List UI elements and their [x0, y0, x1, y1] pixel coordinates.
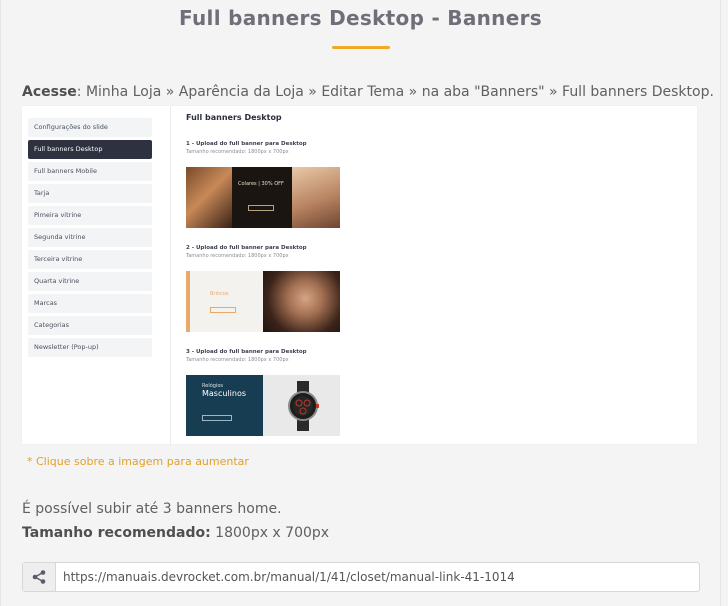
sidebar-item-newsletter: Newsletter (Pop-up): [28, 338, 152, 357]
access-path: Acesse: Minha Loja » Aparência da Loja »…: [22, 84, 714, 100]
access-label: Acesse: [22, 84, 77, 100]
access-path-text: : Minha Loja » Aparência da Loja » Edita…: [76, 84, 714, 100]
banner-3-line2: Masculinos: [202, 389, 247, 398]
banner-2-headline: Brincos: [210, 291, 229, 297]
sidebar-item-primeira-vitrine: Pimeira vitrine: [28, 206, 152, 225]
banner-preview-3: Relógios Masculinos: [186, 375, 340, 436]
share-link-input[interactable]: [63, 563, 693, 591]
upload-size-2: Tamanho recomendado: 1800px x 700px: [186, 253, 289, 259]
tutorial-screenshot[interactable]: Configurações do slide Full banners Desk…: [22, 106, 697, 444]
sidebar-item-config-slide: Configurações do slide: [28, 118, 152, 137]
banner-preview-1: Colares | 30% OFF: [186, 167, 340, 228]
size-label: Tamanho recomendado:: [22, 525, 211, 541]
size-value: 1800px x 700px: [210, 525, 330, 541]
screenshot-sidebar: Configurações do slide Full banners Desk…: [22, 106, 172, 444]
upload-size-1: Tamanho recomendado: 1800px x 700px: [186, 149, 289, 155]
share-button[interactable]: [23, 563, 56, 591]
watch-image: [288, 381, 319, 431]
sidebar-item-segunda-vitrine: Segunda vitrine: [28, 228, 152, 247]
sidebar-item-quarta-vitrine: Quarta vitrine: [28, 272, 152, 291]
banner-1-button: [248, 205, 274, 211]
banner-3-button: [202, 415, 232, 421]
sidebar-item-marcas: Marcas: [28, 294, 152, 313]
upload-label-3: 3 - Upload do full banner para Desktop: [186, 349, 307, 355]
enlarge-hint: * Clique sobre a imagem para aumentar: [27, 455, 249, 468]
upload-size-3: Tamanho recomendado: 1800px x 700px: [186, 357, 289, 363]
sidebar-item-tarja: Tarja: [28, 184, 152, 203]
share-link-bar: [22, 562, 700, 592]
share-icon: [32, 570, 46, 584]
upload-label-1: 1 - Upload do full banner para Desktop: [186, 141, 307, 147]
banner-2-model-image: [263, 271, 340, 332]
info-line: É possível subir até 3 banners home.: [22, 501, 282, 517]
banner-2-accent-strip: [186, 271, 190, 332]
title-underline: [332, 46, 390, 49]
screenshot-content-title: Full banners Desktop: [186, 113, 282, 122]
upload-label-2: 2 - Upload do full banner para Desktop: [186, 245, 307, 251]
banner-preview-2: Brincos: [186, 271, 340, 332]
sidebar-item-full-banners-mobile: Full banners Mobile: [28, 162, 152, 181]
banner-1-model-image: [292, 167, 340, 228]
screenshot-divider: [170, 106, 171, 444]
size-info: Tamanho recomendado: 1800px x 700px: [22, 525, 329, 541]
sidebar-item-categorias: Categorias: [28, 316, 152, 335]
sidebar-item-terceira-vitrine: Terceira vitrine: [28, 250, 152, 269]
sidebar-item-full-banners-desktop: Full banners Desktop: [28, 140, 152, 159]
banner-1-headline: Colares | 30% OFF: [238, 181, 284, 187]
banner-2-button: [210, 307, 236, 313]
banner-3-panel: Relógios Masculinos: [186, 375, 263, 436]
banner-1-necklace-image: [186, 167, 232, 228]
page-title: Full banners Desktop - Banners: [179, 6, 542, 30]
